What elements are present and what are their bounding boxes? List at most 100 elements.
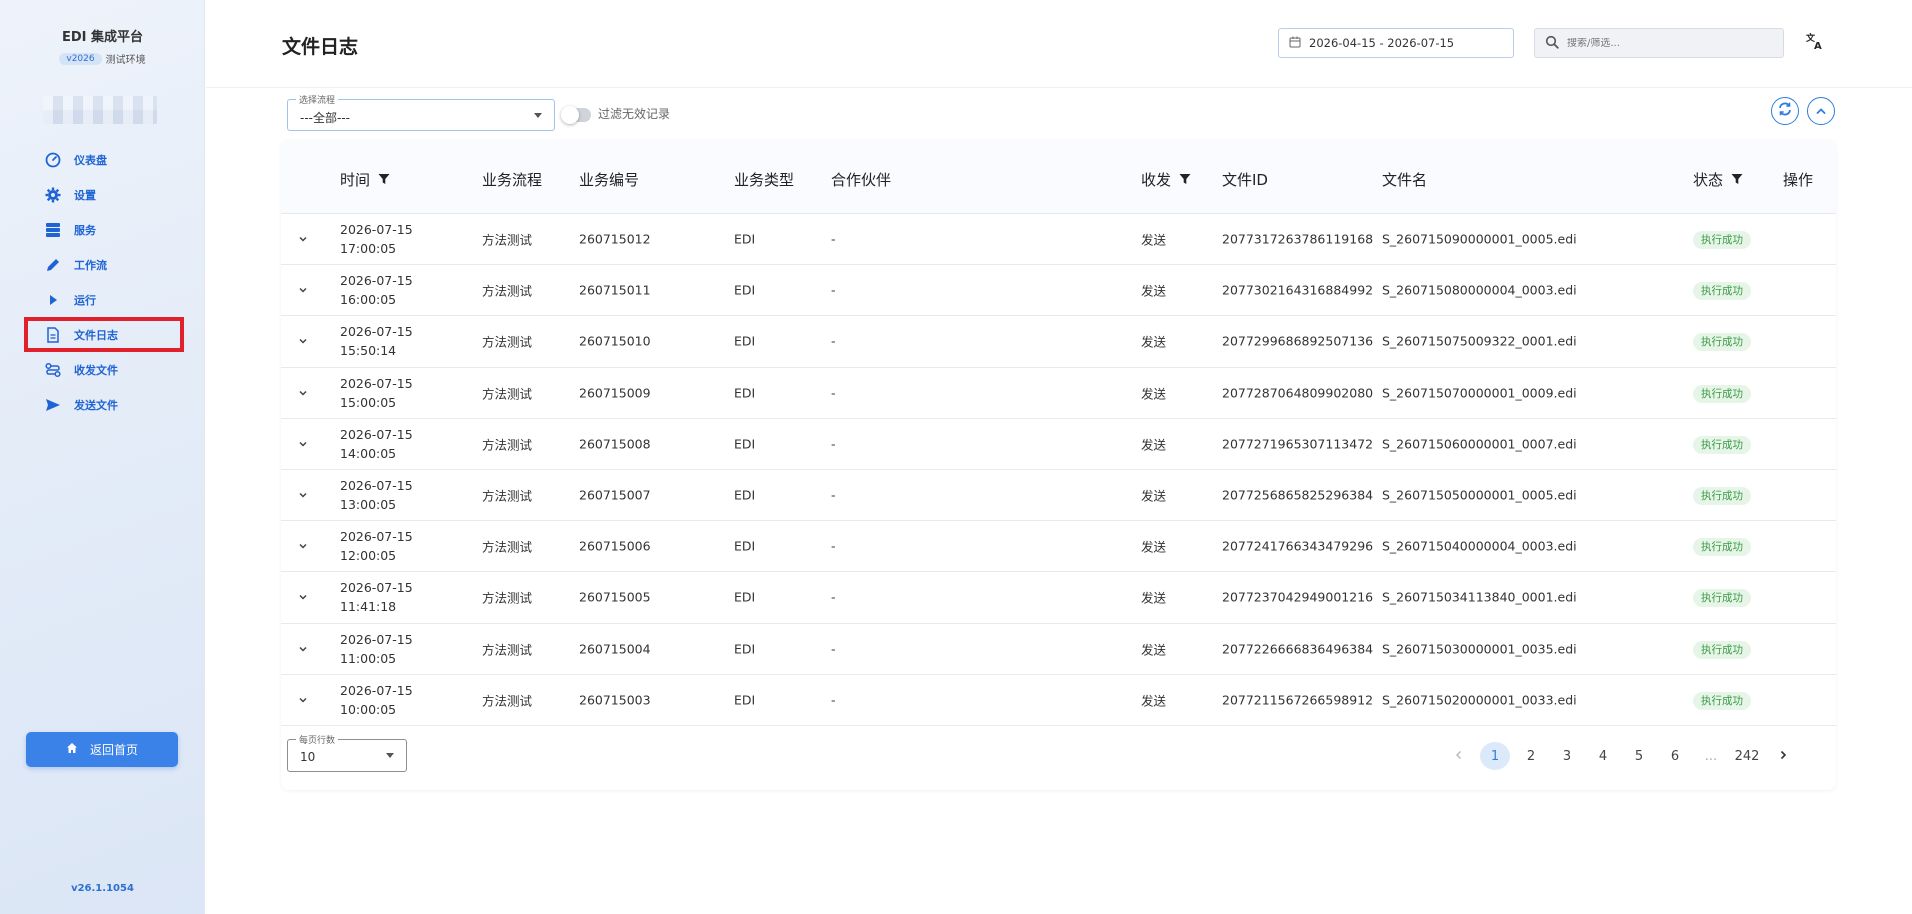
language-toggle-button[interactable]: 文A xyxy=(1804,32,1826,54)
cell-biz-type: EDI xyxy=(734,641,756,657)
cell-time-text: 16:00:05 xyxy=(340,292,397,308)
cell-date-text: 2026-07-15 xyxy=(340,222,413,238)
chevron-down-icon[interactable] xyxy=(297,591,309,603)
cell-status: 执行成功 xyxy=(1693,589,1751,608)
cell-direction: 发送 xyxy=(1141,488,1167,504)
cell-status: 执行成功 xyxy=(1693,538,1751,557)
cell-biz-type: EDI xyxy=(734,385,756,401)
column-header-time[interactable]: 时间 xyxy=(340,169,390,190)
chevron-down-icon[interactable] xyxy=(297,335,309,347)
sidebar-item-send-files[interactable]: 发送文件 xyxy=(24,387,184,422)
page-button-6[interactable]: 6 xyxy=(1660,742,1690,770)
flow-select-value: ---全部--- xyxy=(300,111,350,125)
table-row[interactable]: 2026-07-15 17:00:05 方法测试 260715012 EDI - 发送 207… xyxy=(281,214,1836,266)
chevron-down-icon[interactable] xyxy=(297,643,309,655)
filter-icon[interactable] xyxy=(1179,171,1191,189)
cell-flow: 方法测试 xyxy=(482,488,533,504)
sidebar-item-dashboard[interactable]: 仪表盘 xyxy=(24,142,184,177)
search-input[interactable] xyxy=(1567,37,1767,49)
column-header-file-name[interactable]: 文件名 xyxy=(1382,169,1427,190)
page-button-2[interactable]: 2 xyxy=(1516,742,1546,770)
cell-file-id: 2077271965307113472 xyxy=(1222,436,1374,452)
cell-biz-type: EDI xyxy=(734,436,756,452)
collapse-button[interactable] xyxy=(1807,97,1835,125)
status-badge: 执行成功 xyxy=(1693,691,1751,710)
cell-time: 2026-07-15 10:00:05 xyxy=(340,681,413,719)
cell-date-text: 2026-07-15 xyxy=(340,478,413,494)
chevron-down-icon[interactable] xyxy=(297,387,309,399)
page-button-3[interactable]: 3 xyxy=(1552,742,1582,770)
flow-select[interactable]: 选择流程 ---全部--- xyxy=(287,93,555,131)
cell-biz-no: 260715011 xyxy=(579,282,651,298)
cell-file-name: S_260715080000004_0003.edi xyxy=(1382,282,1577,298)
rows-per-page-select[interactable]: 每页行数 10 xyxy=(287,733,407,772)
return-home-label: 返回首页 xyxy=(89,743,138,757)
chevron-down-icon[interactable] xyxy=(297,284,309,296)
chevron-down-icon[interactable] xyxy=(297,233,309,245)
home-icon xyxy=(66,742,78,757)
sidebar-item-label: 文件日志 xyxy=(74,328,118,342)
chevron-down-icon[interactable] xyxy=(297,540,309,552)
column-label: 业务流程 xyxy=(482,171,543,189)
chevron-down-icon[interactable] xyxy=(297,489,309,501)
cell-status: 执行成功 xyxy=(1693,435,1751,454)
column-header-flow[interactable]: 业务流程 xyxy=(482,169,542,190)
column-header-file-id[interactable]: 文件ID xyxy=(1222,169,1268,190)
chevron-down-icon[interactable] xyxy=(297,438,309,450)
return-home-button[interactable]: 返回首页 xyxy=(26,732,178,767)
date-range-value: 2026-04-15 - 2026-07-15 xyxy=(1309,36,1455,50)
table-row[interactable]: 2026-07-15 11:00:05 方法测试 260715004 EDI - 发送 207… xyxy=(281,624,1836,675)
page-button-1[interactable]: 1 xyxy=(1480,742,1510,770)
table-row[interactable]: 2026-07-15 15:50:14 方法测试 260715010 EDI - 发送 207… xyxy=(281,316,1836,368)
status-badge: 执行成功 xyxy=(1693,333,1751,352)
filter-invalid-toggle[interactable] xyxy=(561,106,591,124)
column-header-actions: 操作 xyxy=(1783,169,1813,190)
pencil-icon xyxy=(44,256,62,274)
page-button-5[interactable]: 5 xyxy=(1624,742,1654,770)
table-row[interactable]: 2026-07-15 10:00:05 方法测试 260715003 EDI - 发送 207… xyxy=(281,675,1836,726)
cell-date-text: 2026-07-15 xyxy=(340,426,413,442)
chevron-down-icon[interactable] xyxy=(297,694,309,706)
column-header-biz-no[interactable]: 业务编号 xyxy=(579,169,639,190)
cell-partner: - xyxy=(831,589,836,605)
search-box[interactable] xyxy=(1534,28,1784,58)
next-page-button[interactable] xyxy=(1768,742,1798,770)
column-header-direction[interactable]: 收发 xyxy=(1141,169,1191,190)
column-header-partner[interactable]: 合作伙伴 xyxy=(831,169,891,190)
sidebar-item-run[interactable]: 运行 xyxy=(24,282,184,317)
table-row[interactable]: 2026-07-15 14:00:05 方法测试 260715008 EDI - 发送 207… xyxy=(281,419,1836,470)
prev-page-button[interactable] xyxy=(1444,742,1474,770)
status-badge: 执行成功 xyxy=(1693,487,1751,506)
search-icon xyxy=(1545,34,1559,53)
table-row[interactable]: 2026-07-15 13:00:05 方法测试 260715007 EDI - 发送 207… xyxy=(281,470,1836,522)
sidebar-item-settings[interactable]: 设置 xyxy=(24,177,184,212)
filter-icon[interactable] xyxy=(1731,171,1743,189)
server-icon xyxy=(44,221,62,239)
page-button-242[interactable]: 242 xyxy=(1732,742,1762,770)
cell-flow: 方法测试 xyxy=(482,642,533,658)
sidebar-item-file-log[interactable]: 文件日志 xyxy=(24,317,184,352)
caret-down-icon xyxy=(534,113,542,118)
cell-time-text: 11:41:18 xyxy=(340,599,397,615)
cell-direction: 发送 xyxy=(1141,642,1167,658)
sidebar-item-transfer-files[interactable]: 收发文件 xyxy=(24,352,184,387)
filter-icon[interactable] xyxy=(378,171,390,189)
sidebar-item-workflow[interactable]: 工作流 xyxy=(24,247,184,282)
column-header-biz-type[interactable]: 业务类型 xyxy=(734,169,794,190)
cell-time: 2026-07-15 11:00:05 xyxy=(340,630,413,668)
sidebar-item-services[interactable]: 服务 xyxy=(24,212,184,247)
column-label: 文件名 xyxy=(1382,171,1428,189)
status-badge: 执行成功 xyxy=(1693,282,1751,301)
table-row[interactable]: 2026-07-15 15:00:05 方法测试 260715009 EDI - 发送 207… xyxy=(281,368,1836,419)
page-button-4[interactable]: 4 xyxy=(1588,742,1618,770)
date-range-picker[interactable]: 2026-04-15 - 2026-07-15 xyxy=(1278,28,1514,58)
table-row[interactable]: 2026-07-15 16:00:05 方法测试 260715011 EDI - 发送 207… xyxy=(281,265,1836,317)
user-avatar[interactable] xyxy=(43,96,157,124)
column-header-status[interactable]: 状态 xyxy=(1693,169,1743,190)
cell-partner: - xyxy=(831,436,836,452)
refresh-button[interactable] xyxy=(1771,97,1799,125)
table-row[interactable]: 2026-07-15 11:41:18 方法测试 260715005 EDI - 发送 207… xyxy=(281,572,1836,624)
cell-file-id: 2077256865825296384 xyxy=(1222,487,1374,503)
table-row[interactable]: 2026-07-15 12:00:05 方法测试 260715006 EDI - 发送 207… xyxy=(281,521,1836,573)
cell-status: 执行成功 xyxy=(1693,282,1751,301)
